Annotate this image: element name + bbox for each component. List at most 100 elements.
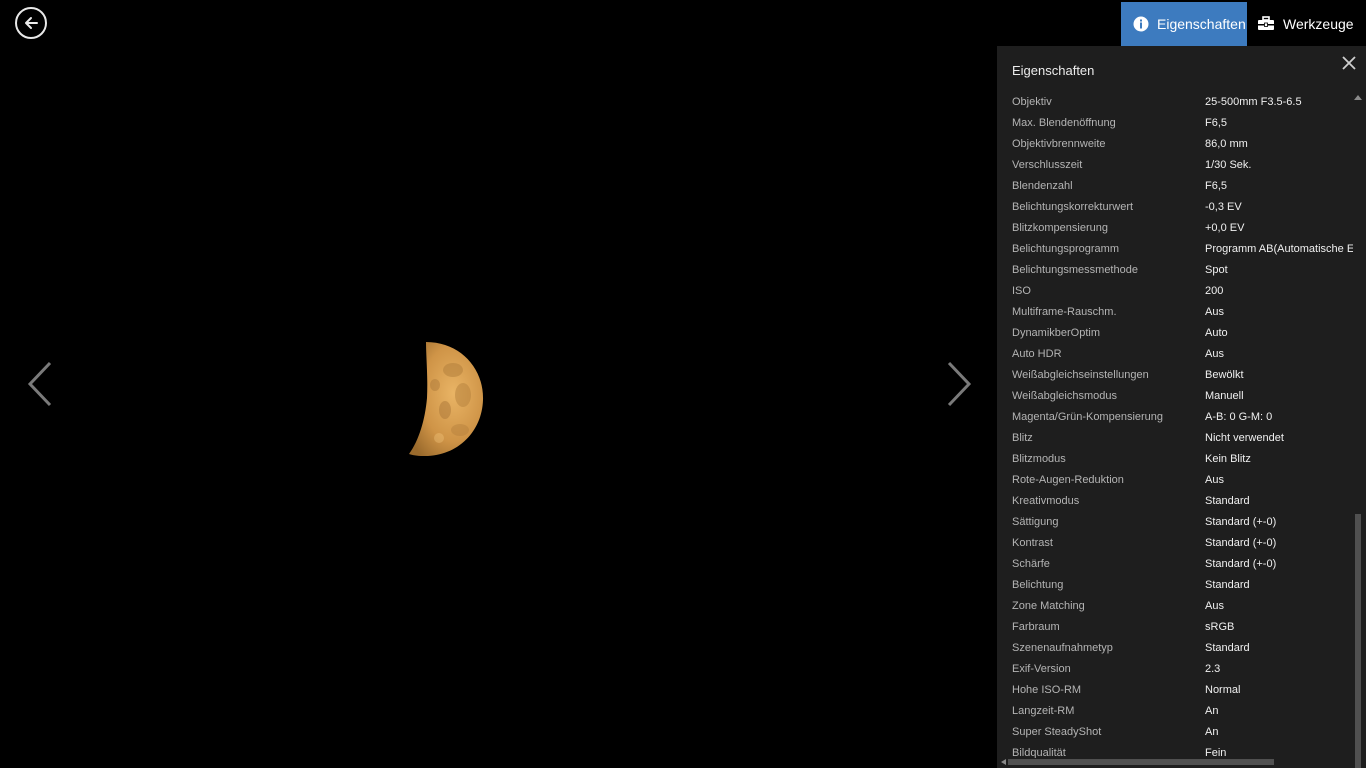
property-value: 2.3 <box>1205 663 1221 675</box>
back-arrow-icon <box>25 17 38 29</box>
property-value: Standard <box>1205 495 1250 507</box>
property-value: Normal <box>1205 684 1241 696</box>
property-row: Blendenzahl F6,5 <box>997 176 1353 197</box>
property-value: 86,0 mm <box>1205 138 1248 150</box>
property-row: ISO 200 <box>997 281 1353 302</box>
chevron-right-icon <box>947 361 972 407</box>
property-key: Auto HDR <box>1012 348 1062 360</box>
vertical-scroll-thumb[interactable] <box>1355 514 1361 768</box>
property-key: Weißabgleichseinstellungen <box>1012 369 1149 381</box>
property-key: Farbraum <box>1012 621 1060 633</box>
property-value: Nicht verwendet <box>1205 432 1284 444</box>
property-row: Verschlusszeit 1/30 Sek. <box>997 155 1353 176</box>
tools-button-label: Werkzeuge <box>1283 16 1354 32</box>
property-key: Langzeit-RM <box>1012 705 1075 717</box>
property-row: Szenenaufnahmetyp Standard <box>997 638 1353 659</box>
property-key: ISO <box>1012 285 1031 297</box>
property-key: Verschlusszeit <box>1012 159 1083 171</box>
property-row: Belichtungsprogramm Programm AB(Automatis… <box>997 239 1353 260</box>
property-key: Kreativmodus <box>1012 495 1080 507</box>
property-row: Schärfe Standard (+-0) <box>997 554 1353 575</box>
property-value: F6,5 <box>1205 180 1228 192</box>
property-key: Zone Matching <box>1012 600 1085 612</box>
property-row: Max. Blendenöffnung F6,5 <box>997 113 1353 134</box>
property-value: Aus <box>1205 600 1224 612</box>
property-key: Belichtungskorrekturwert <box>1012 201 1134 213</box>
properties-list: Objektiv 25-500mm F3.5-6.5 Max. Blendenöff… <box>997 92 1353 758</box>
property-value: 1/30 Sek. <box>1205 159 1252 171</box>
property-value: Auto <box>1205 327 1228 339</box>
property-row: Blitzkompensierung +0,0 EV <box>997 218 1353 239</box>
property-value: Spot <box>1205 264 1228 276</box>
property-key: Kontrast <box>1012 537 1053 549</box>
moon-photo <box>409 342 484 457</box>
property-value: F6,5 <box>1205 117 1228 129</box>
property-value: 200 <box>1205 285 1224 297</box>
property-row: Rote-Augen-Reduktion Aus <box>997 470 1353 491</box>
scroll-left-icon[interactable] <box>1000 759 1006 765</box>
property-value: Standard (+-0) <box>1205 537 1277 549</box>
property-key: Blitzkompensierung <box>1012 222 1108 234</box>
property-key: DynamikberOptim <box>1012 327 1101 339</box>
property-key: Schärfe <box>1012 558 1050 570</box>
next-photo-button[interactable] <box>943 361 973 407</box>
property-row: Belichtung Standard <box>997 575 1353 596</box>
properties-button-label: Eigenschaften <box>1157 16 1246 32</box>
property-value: Kein Blitz <box>1205 453 1251 465</box>
property-row: Exif-Version 2.3 <box>997 659 1353 680</box>
property-row: Auto HDR Aus <box>997 344 1353 365</box>
top-toolbar: Eigenschaften Werkzeuge <box>1121 2 1366 46</box>
property-value: Programm AB(Automatische E <box>1205 243 1353 255</box>
property-value: Aus <box>1205 474 1224 486</box>
info-icon <box>1133 16 1149 32</box>
properties-panel: Eigenschaften Objektiv 25-500mm F3.5-6.5 M… <box>997 46 1366 768</box>
scroll-up-icon[interactable] <box>1354 94 1362 100</box>
back-button[interactable] <box>15 7 47 39</box>
horizontal-scrollbar[interactable] <box>997 756 1353 768</box>
property-key: Objektivbrennweite <box>1012 138 1106 150</box>
property-value: 25-500mm F3.5-6.5 <box>1205 96 1302 108</box>
property-key: Sättigung <box>1012 516 1059 528</box>
property-value: Aus <box>1205 306 1224 318</box>
vertical-scrollbar[interactable] <box>1352 92 1364 768</box>
panel-title: Eigenschaften <box>1012 63 1095 78</box>
property-value: An <box>1205 705 1219 717</box>
property-value: Standard <box>1205 642 1250 654</box>
properties-button[interactable]: Eigenschaften <box>1121 2 1247 46</box>
property-value: A-B: 0 G-M: 0 <box>1205 411 1273 423</box>
property-key: Blitzmodus <box>1012 453 1066 465</box>
property-row: Kreativmodus Standard <box>997 491 1353 512</box>
close-icon[interactable] <box>1340 54 1358 72</box>
property-row: Objektivbrennweite 86,0 mm <box>997 134 1353 155</box>
toolbox-icon <box>1258 16 1274 30</box>
property-value: Aus <box>1205 348 1224 360</box>
property-value: Standard (+-0) <box>1205 558 1277 570</box>
property-row: Farbraum sRGB <box>997 617 1353 638</box>
property-key: Blitz <box>1012 432 1033 444</box>
property-row: Weißabgleichsmodus Manuell <box>997 386 1353 407</box>
property-key: Super SteadyShot <box>1012 726 1102 738</box>
property-row: Magenta/Grün-Kompensierung A-B: 0 G-M: 0 <box>997 407 1353 428</box>
property-key: Rote-Augen-Reduktion <box>1012 474 1124 486</box>
property-key: Szenenaufnahmetyp <box>1012 642 1113 654</box>
chevron-left-icon <box>27 361 52 407</box>
property-value: Standard <box>1205 579 1250 591</box>
property-row: Hohe ISO-RM Normal <box>997 680 1353 701</box>
horizontal-scroll-thumb[interactable] <box>1008 759 1274 765</box>
property-row: Multiframe-Rauschm. Aus <box>997 302 1353 323</box>
property-row: Objektiv 25-500mm F3.5-6.5 <box>997 92 1353 113</box>
property-key: Exif-Version <box>1012 663 1071 675</box>
property-row: Zone Matching Aus <box>997 596 1353 617</box>
property-row: Kontrast Standard (+-0) <box>997 533 1353 554</box>
property-row: Weißabgleichseinstellungen Bewölkt <box>997 365 1353 386</box>
property-value: Bewölkt <box>1205 369 1244 381</box>
previous-photo-button[interactable] <box>26 361 56 407</box>
property-row: DynamikberOptim Auto <box>997 323 1353 344</box>
property-key: Weißabgleichsmodus <box>1012 390 1117 402</box>
tools-button[interactable]: Werkzeuge <box>1247 2 1366 46</box>
property-value: -0,3 EV <box>1205 201 1242 213</box>
property-row: Sättigung Standard (+-0) <box>997 512 1353 533</box>
property-key: Belichtung <box>1012 579 1064 591</box>
property-value: +0,0 EV <box>1205 222 1245 234</box>
property-row: Belichtungskorrekturwert -0,3 EV <box>997 197 1353 218</box>
